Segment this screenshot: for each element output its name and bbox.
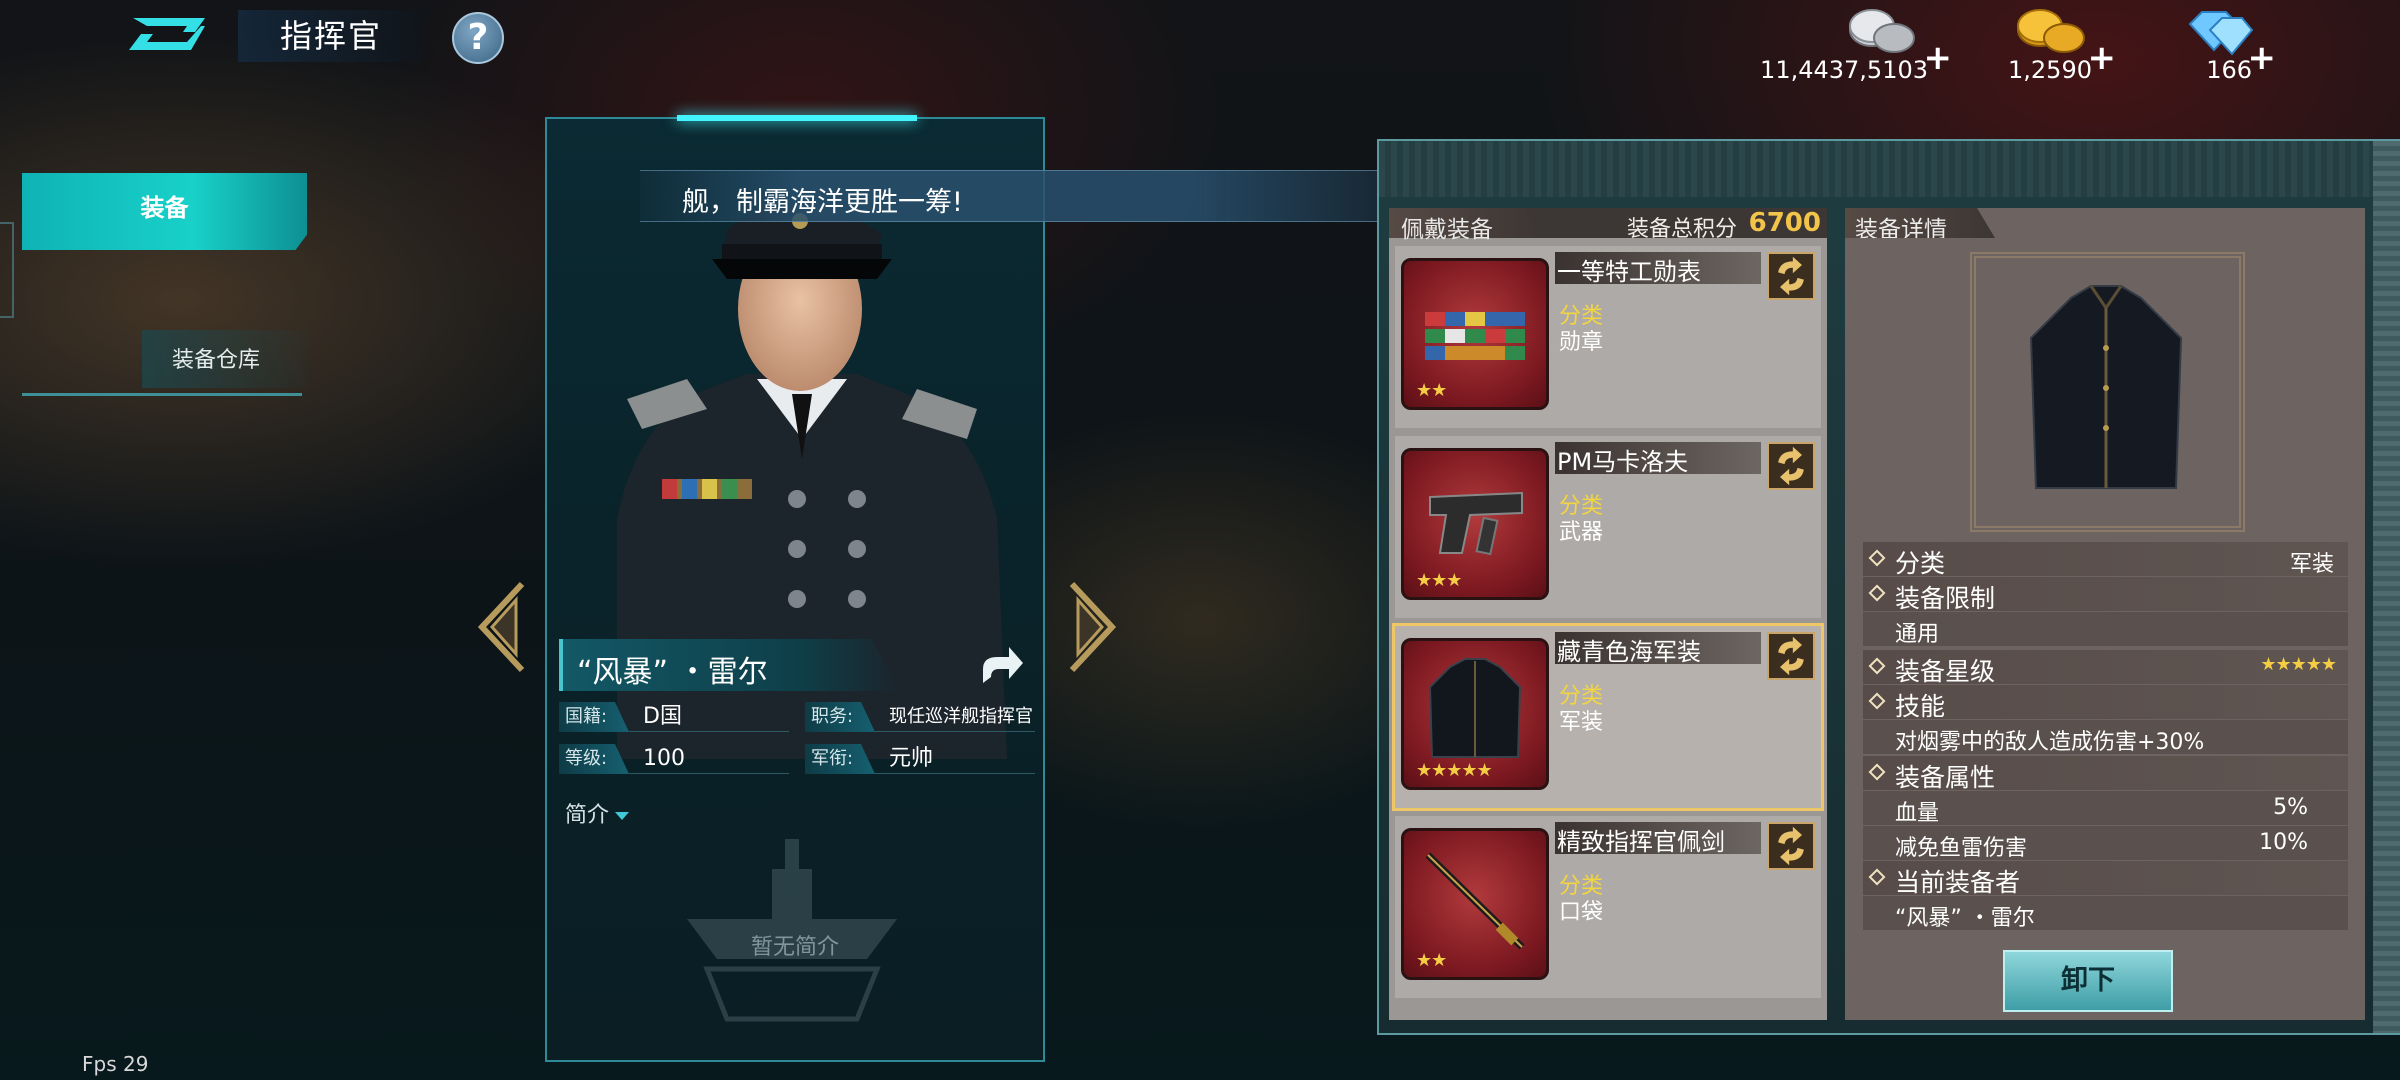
swap-uniform-icon[interactable] [1767,632,1815,680]
swap-weapon-icon[interactable] [1767,442,1815,490]
gold-amount: 1,2590 [2008,56,2092,84]
detail-attr-row-hp: 血量 5% [1863,791,2348,826]
medal-ribbon-icon [1425,312,1525,360]
equipment-slot-weapon[interactable]: ★★★ PM马卡洛夫 分类 武器 [1395,436,1821,618]
position-row: 职务: 现任巡洋舰指挥官 [805,702,1035,732]
share-icon[interactable] [977,639,1027,689]
tab-equipment-label: 装备 [140,194,189,222]
uniform-thumbnail: ★★★★★ [1401,638,1549,790]
uniform-jacket-icon [2029,285,2183,489]
tab-warehouse-label: 装备仓库 [172,348,261,373]
silver-coins-icon [1849,9,1915,53]
equipped-list: 佩戴装备 装备总积分 6700 ★★ 一等特工勋表 分类 勋章 ★★★ PM马卡… [1389,208,1827,1020]
no-intro-text: 暂无简介 [750,935,839,960]
tab-equipment[interactable]: 装备 [22,173,307,250]
detail-restriction-header: 装备限制 [1863,577,2348,613]
dropdown-arrow-icon [615,812,630,820]
detail-star-value: ★★★★★ [2260,654,2337,675]
gold-coins-icon [2017,9,2085,53]
diamond-currency[interactable]: 166 + [2170,4,2290,84]
detail-holder-header: 当前装备者 [1863,861,2348,897]
sword-name: 精致指挥官佩剑 [1557,828,1725,856]
commander-speech-banner: 舰，制霸海洋更胜一筹! [640,170,1430,222]
commander-card: “风暴” ・雷尔 国籍: D国 职务: 现任巡洋舰指挥官 等级: 100 军衔:… [545,115,1045,1062]
detail-skill-row: 对烟雾中的敌人造成伤害+30% [1863,720,2348,755]
total-score-value: 6700 [1748,208,1821,238]
detail-skill-header: 技能 [1863,685,2348,721]
nationality-value: D国 [643,704,682,729]
position-value: 现任巡洋舰指挥官 [889,706,1033,727]
page-title: 指挥官 [238,10,428,62]
nationality-row: 国籍: D国 [559,702,789,732]
medal-stars: ★★ [1416,380,1447,401]
panel-edge-strip [2373,141,2400,1033]
medal-category: 勋章 [1559,330,1604,355]
swap-medal-icon[interactable] [1767,252,1815,300]
uniform-icon [1428,658,1522,758]
diamond-amount: 166 [2206,56,2252,84]
commander-speech-text: 舰，制霸海洋更胜一筹! [682,187,963,218]
medal-name: 一等特工勋表 [1557,258,1701,286]
unequip-button[interactable]: 卸下 [2003,950,2173,1012]
next-commander-arrow-icon[interactable] [1066,580,1118,674]
side-collapse-handle[interactable] [0,222,14,318]
commander-name-plate: “风暴” ・雷尔 [559,639,899,691]
pistol-thumbnail: ★★★ [1401,448,1549,600]
help-button[interactable]: ? [452,12,504,64]
gold-currency[interactable]: 1,2590 + [2000,4,2130,84]
total-score-label: 装备总积分 [1626,217,1737,242]
add-diamond-icon[interactable]: + [2248,38,2277,78]
detail-holder-value: “风暴” ・雷尔 [1895,906,2035,931]
pistol-name: PM马卡洛夫 [1557,448,1689,476]
detail-holder-row: “风暴” ・雷尔 [1863,896,2348,931]
silver-currency[interactable]: 11,4437,5103 + [1760,4,1960,84]
detail-category-row: 分类 军装 [1863,542,2348,578]
level-value: 100 [643,746,685,771]
commander-name: “风暴” ・雷尔 [577,655,768,690]
equipment-slot-uniform[interactable]: ★★★★★ 藏青色海军装 分类 军装 [1392,623,1824,811]
prev-commander-arrow-icon[interactable] [476,580,528,674]
detail-skill-value: 对烟雾中的敌人造成伤害+30% [1895,730,2205,755]
detail-attr-row-torpedo: 减免鱼雷伤害 10% [1863,826,2348,861]
equipment-slot-medal[interactable]: ★★ 一等特工勋表 分类 勋章 [1395,246,1821,428]
equipped-header-title: 佩戴装备 [1401,217,1493,243]
equipment-slot-sword[interactable]: ★★ 精致指挥官佩剑 分类 口袋 [1395,816,1821,998]
sword-thumbnail: ★★ [1401,828,1549,980]
detail-restriction-value: 通用 [1895,622,1940,647]
detail-category-value: 军装 [2289,552,2334,577]
pistol-stars: ★★★ [1416,570,1462,591]
game-logo [129,18,205,50]
add-gold-icon[interactable]: + [2088,38,2117,78]
silver-amount: 11,4437,5103 [1760,56,1928,84]
equipped-header: 佩戴装备 装备总积分 6700 [1389,208,1827,243]
sword-icon [1425,852,1525,950]
sword-stars: ★★ [1416,950,1447,971]
sword-category: 口袋 [1559,900,1604,925]
intro-toggle[interactable]: 简介 [565,797,630,829]
uniform-name: 藏青色海军装 [1557,638,1701,666]
pistol-icon [1429,491,1523,556]
pistol-category: 武器 [1559,520,1604,545]
rank-value: 元帅 [889,746,934,771]
equipment-panel: 佩戴装备 装备总积分 6700 ★★ 一等特工勋表 分类 勋章 ★★★ PM马卡… [1377,139,2400,1035]
tab-equipment-warehouse[interactable]: 装备仓库 [22,330,307,396]
detail-restriction-row: 通用 [1863,612,2348,647]
detail-attr-header: 装备属性 [1863,756,2348,792]
add-silver-icon[interactable]: + [1924,38,1953,78]
uniform-stars: ★★★★★ [1416,760,1493,781]
medal-thumbnail: ★★ [1401,258,1549,410]
level-row: 等级: 100 [559,744,789,774]
rank-row: 军衔: 元帅 [805,744,1035,774]
detail-star-row: 装备星级 ★★★★★ [1863,650,2348,686]
details-header: 装备详情 [1845,208,1995,238]
intro-label: 简介 [565,803,610,828]
selected-equipment-image [1970,252,2245,532]
equipment-details: 装备详情 分类 军装 装备限制 通用 装备星级 ★★★★★ 技能 对烟雾中的敌人… [1845,208,2365,1020]
details-header-title: 装备详情 [1855,217,1947,243]
fps-counter: Fps 29 [82,1052,149,1076]
uniform-category: 军装 [1559,710,1604,735]
swap-sword-icon[interactable] [1767,822,1815,870]
